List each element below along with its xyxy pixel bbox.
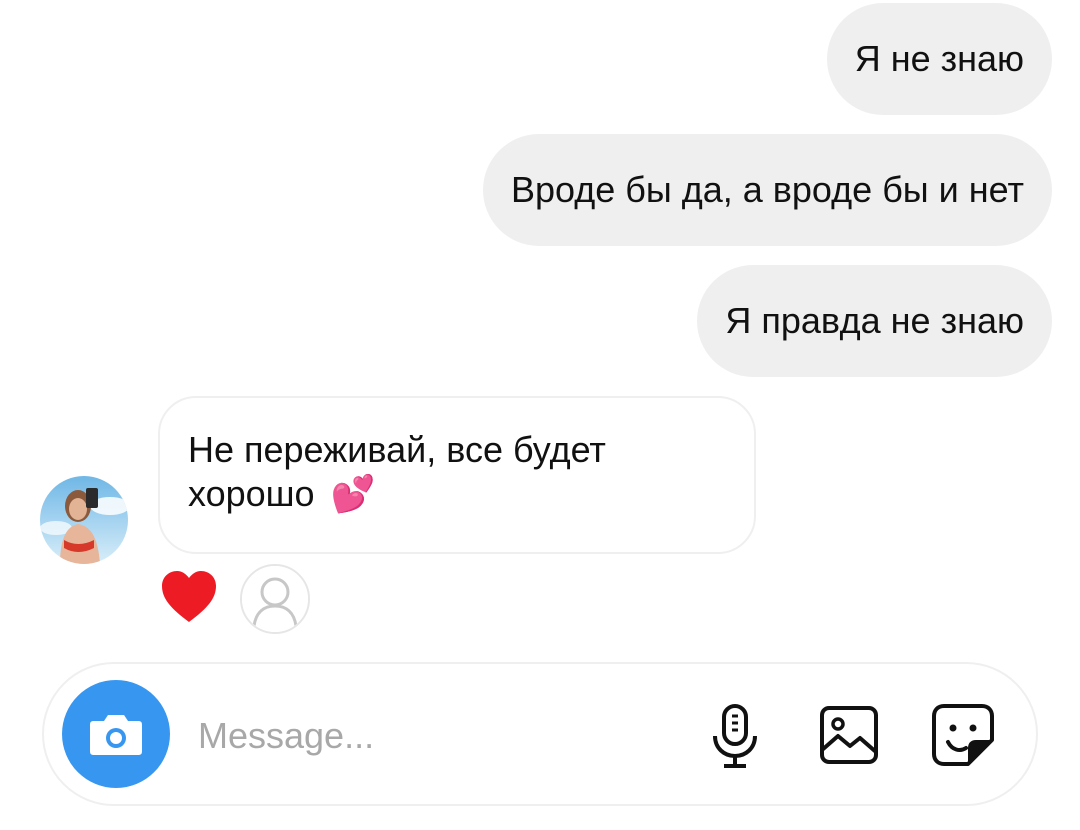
message-bubble-outgoing[interactable]: Вроде бы да, а вроде бы и нет (482, 134, 1052, 246)
microphone-button[interactable] (700, 700, 770, 770)
message-composer (42, 662, 1038, 806)
message-text: Я не знаю (854, 38, 1024, 79)
gallery-icon (820, 706, 878, 764)
message-text: Я правда не знаю (725, 300, 1024, 341)
message-text: Не переживай, все будет хорошо (188, 429, 606, 514)
chat-screen: Я не знаю Вроде бы да, а вроде бы и нет … (0, 0, 1080, 830)
sticker-icon (932, 704, 994, 766)
message-bubble-outgoing[interactable]: Я правда не знаю (697, 265, 1052, 377)
message-bubble-incoming[interactable]: Не переживай, все будет хорошо 💕 (158, 396, 756, 554)
heart-icon[interactable] (160, 570, 218, 624)
camera-icon (90, 715, 142, 755)
sticker-button[interactable] (928, 700, 998, 770)
microphone-icon (713, 704, 757, 768)
reactor-avatar[interactable] (240, 564, 310, 634)
message-input[interactable] (198, 708, 678, 764)
two-hearts-emoji: 💕 (330, 474, 376, 515)
camera-button[interactable] (62, 680, 170, 788)
contact-avatar[interactable] (40, 476, 128, 564)
message-bubble-outgoing[interactable]: Я не знаю (826, 3, 1052, 115)
message-text: Вроде бы да, а вроде бы и нет (510, 169, 1024, 210)
gallery-button[interactable] (814, 700, 884, 770)
